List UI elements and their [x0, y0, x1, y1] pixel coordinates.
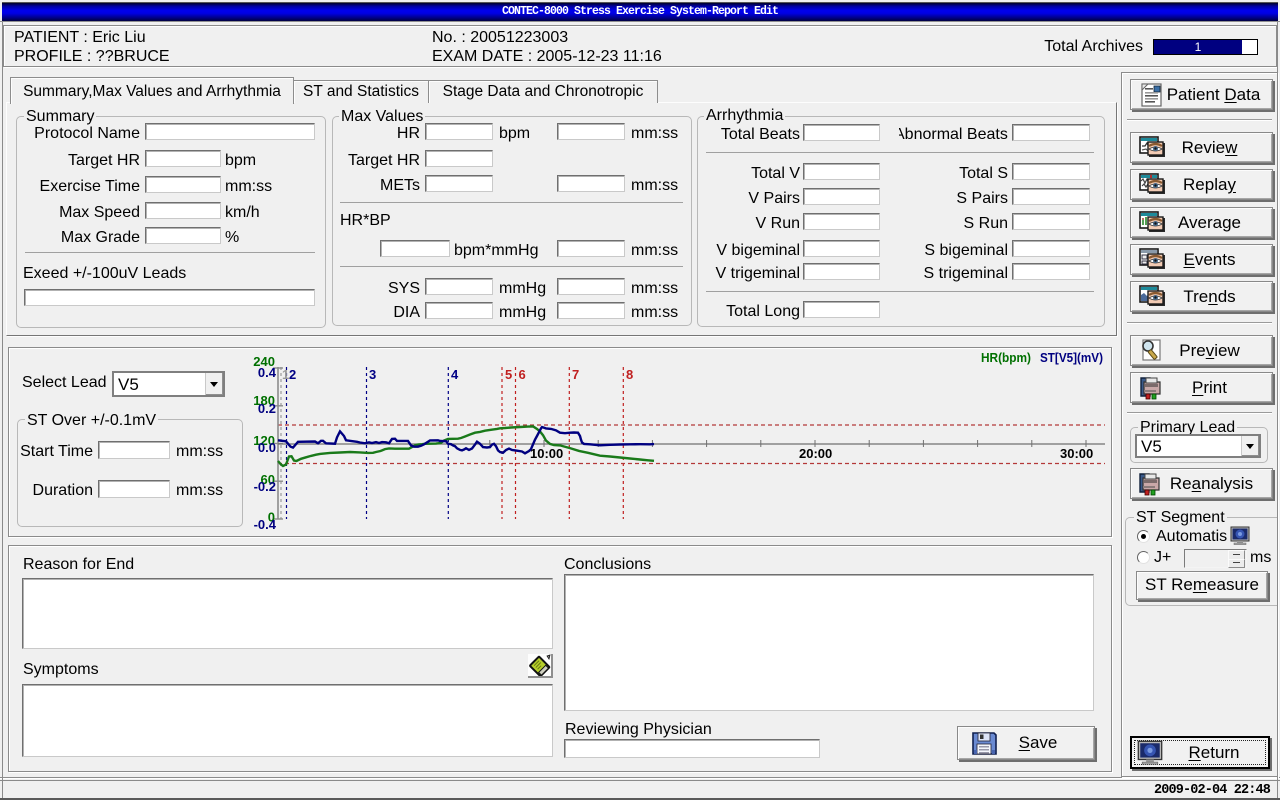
svg-text:-0.2: -0.2	[254, 479, 276, 494]
svg-text:0.0: 0.0	[258, 440, 276, 455]
svg-text:8: 8	[626, 367, 633, 382]
svg-text:6: 6	[519, 367, 526, 382]
svg-text:20:00: 20:00	[799, 446, 832, 461]
svg-text:HR(bpm): HR(bpm)	[981, 350, 1031, 365]
svg-text:-0.4: -0.4	[254, 517, 277, 532]
svg-text:ST[V5](mV): ST[V5](mV)	[1040, 350, 1103, 365]
svg-text:10:00: 10:00	[530, 446, 563, 461]
svg-text:2: 2	[289, 367, 296, 382]
svg-text:0.4: 0.4	[258, 365, 277, 380]
svg-text:30:00: 30:00	[1060, 446, 1093, 461]
svg-text:0.2: 0.2	[258, 401, 276, 416]
svg-text:3: 3	[369, 367, 376, 382]
svg-text:7: 7	[572, 367, 579, 382]
svg-text:5: 5	[505, 367, 512, 382]
svg-text:4: 4	[451, 367, 459, 382]
